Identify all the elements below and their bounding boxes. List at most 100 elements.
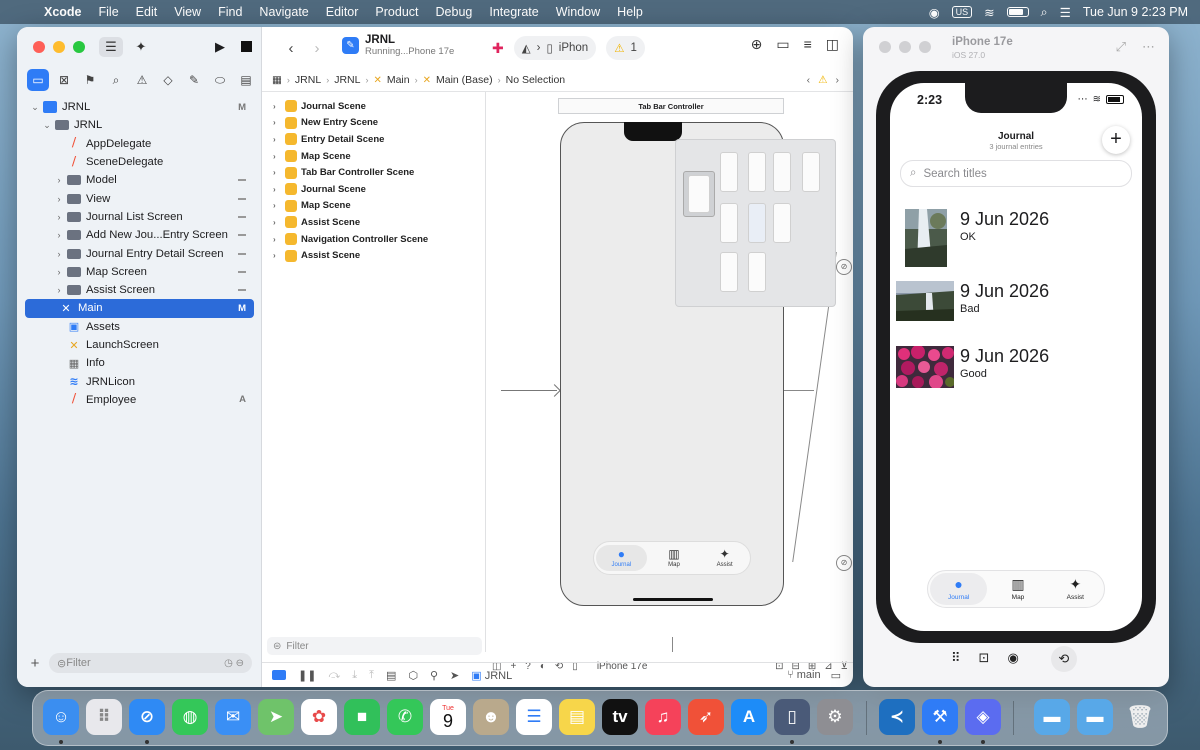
copilot-icon[interactable]: ◈ (965, 699, 1001, 735)
outline-scene[interactable]: › Entry Detail Scene (262, 131, 485, 148)
chevron-right-icon[interactable]: › (273, 118, 285, 127)
launchpad-icon[interactable]: ⠿ (86, 699, 122, 735)
facetime-icon[interactable]: ■ (344, 699, 380, 735)
stop-button[interactable] (241, 41, 252, 52)
search-field[interactable]: ⌕ Search titles (900, 160, 1132, 187)
tree-item-group[interactable]: › Model (25, 171, 254, 189)
canvas-tab-journal[interactable]: ● Journal (596, 545, 647, 571)
menu-window[interactable]: Window (556, 5, 600, 19)
menu-editor[interactable]: Editor (326, 5, 359, 19)
tree-item-file[interactable]: ✕ LaunchScreen (25, 336, 254, 354)
menu-product[interactable]: Product (375, 5, 418, 19)
simulate-location-icon[interactable]: ➤ (450, 669, 459, 682)
menu-help[interactable]: Help (617, 5, 643, 19)
control-center-icon[interactable]: ☰ (1060, 5, 1071, 20)
zoom-window-button[interactable] (919, 41, 931, 53)
chevron-right-icon[interactable]: › (53, 212, 65, 222)
scene-title-bar[interactable]: Tab Bar Controller (558, 98, 784, 114)
chevron-right-icon[interactable]: › (273, 168, 285, 177)
journal-entry-row[interactable]: 9 Jun 2026 Bad (896, 281, 1049, 321)
step-into-icon[interactable]: ⤓ (352, 669, 357, 682)
photos-icon[interactable]: ✿ (301, 699, 337, 735)
messages-icon[interactable]: ◍ (172, 699, 208, 735)
outline-scene[interactable]: › Map Scene (262, 148, 485, 165)
step-out-icon[interactable]: ⤒ (369, 669, 374, 682)
jump-file[interactable]: Main (387, 74, 410, 86)
calendar-icon[interactable]: Tue 9 (430, 699, 466, 735)
chevron-right-icon[interactable]: › (53, 267, 65, 277)
breakpoint-navigator-icon[interactable]: ⬭ (209, 69, 231, 91)
debug-navigator-icon[interactable]: ✎ (183, 69, 205, 91)
contacts-icon[interactable]: ☻ (473, 699, 509, 735)
segue-relationship-icon[interactable]: ⊘ (836, 555, 852, 571)
home-grid-icon[interactable]: ⠿ (951, 650, 961, 672)
warnings-indicator[interactable]: ⚠ 1 (606, 36, 645, 60)
tree-item-file[interactable]: ⧸ AppDelegate (25, 135, 254, 153)
apple-tv-icon[interactable]: tv (602, 699, 638, 735)
segue-relationship-icon[interactable]: ⊘ (836, 259, 852, 275)
issue-navigator-icon[interactable]: ⚠ (131, 69, 153, 91)
previous-issue-button[interactable]: ‹ (807, 74, 811, 86)
chevron-right-icon[interactable]: › (273, 152, 285, 161)
menu-clock[interactable]: Tue Jun 9 2:23 PM (1083, 5, 1188, 19)
chevron-down-icon[interactable]: ⌄ (41, 120, 53, 131)
inspector-toggle-icon[interactable]: ◫ (826, 36, 839, 53)
find-navigator-icon[interactable]: ⌕ (105, 69, 127, 91)
canvas-tab-map[interactable]: ▥ Map (649, 548, 700, 568)
reminders-icon[interactable]: ☰ (516, 699, 552, 735)
related-items-icon[interactable]: ▦ (272, 74, 282, 86)
iphone-screen[interactable]: 2:23 ⋯ ≋ Journal 3 journal entries + ⌕ S… (890, 83, 1142, 631)
jump-localization[interactable]: Main (Base) (436, 74, 493, 86)
chevron-right-icon[interactable]: › (273, 251, 285, 260)
library-icon[interactable]: ⊕ (751, 36, 763, 53)
phone-icon[interactable]: ✆ (387, 699, 423, 735)
tab-assist[interactable]: ✦ Assist (1047, 577, 1104, 602)
chevron-right-icon[interactable]: › (53, 194, 65, 204)
tree-item-group[interactable]: › Add New Jou...Entry Screen (25, 226, 254, 244)
tab-map[interactable]: ▥ Map (989, 577, 1046, 602)
outline-scene[interactable]: › Journal Scene (262, 181, 485, 198)
menu-edit[interactable]: Edit (136, 5, 158, 19)
outline-scene[interactable]: › Navigation Controller Scene (262, 231, 485, 248)
warning-icon[interactable]: ⚠ (818, 74, 827, 86)
jump-project[interactable]: JRNL (295, 74, 321, 86)
minimize-window-button[interactable] (53, 41, 65, 53)
jump-group[interactable]: JRNL (334, 74, 360, 86)
initial-view-controller-arrow[interactable] (501, 390, 557, 391)
menu-debug[interactable]: Debug (436, 5, 473, 19)
journal-entry-row[interactable]: 9 Jun 2026 OK (905, 209, 1049, 267)
tree-item-project[interactable]: ⌄ JRNL M (25, 98, 254, 116)
folder-icon[interactable]: ▬ (1077, 699, 1113, 735)
canvas-options-icon[interactable]: ▭ (776, 36, 789, 53)
scheme-status[interactable]: ✎ JRNL Running...Phone 17e (342, 34, 454, 57)
vscode-icon[interactable]: ≺ (879, 699, 915, 735)
console-toggle-icon[interactable]: ▭ (831, 669, 841, 682)
outline-scene[interactable]: › Map Scene (262, 198, 485, 215)
step-over-icon[interactable]: ⤼ (328, 669, 340, 682)
debug-area-toggle-icon[interactable] (272, 670, 286, 680)
tree-item-group[interactable]: › Assist Screen (25, 281, 254, 299)
add-file-button[interactable]: + (27, 655, 43, 672)
battery-icon[interactable] (1006, 7, 1029, 17)
screenshot-icon[interactable]: ⊡ (979, 650, 990, 672)
run-destination-picker[interactable]: ◭ › ▯ iPhon (513, 36, 597, 60)
trash-icon[interactable]: 🗑 (1122, 699, 1158, 735)
chevron-right-icon[interactable]: › (53, 285, 65, 295)
report-navigator-icon[interactable]: ▤ (235, 69, 257, 91)
outline-scene[interactable]: › Assist Scene (262, 247, 485, 264)
chevron-right-icon[interactable]: › (53, 230, 65, 240)
chevron-right-icon[interactable]: › (273, 185, 285, 194)
safari-icon[interactable]: ⊘ (129, 699, 165, 735)
user-account-icon[interactable]: ◉ (929, 5, 940, 20)
menu-file[interactable]: File (99, 5, 119, 19)
navigator-filter-field[interactable]: ⊜ Filter ◷ ⊖ (49, 653, 252, 673)
tree-item-group[interactable]: › Journal Entry Detail Screen (25, 244, 254, 262)
coding-assistant-icon[interactable]: ✦ (129, 37, 153, 57)
chevron-right-icon[interactable]: › (53, 249, 65, 259)
spotlight-search-icon[interactable]: ⌕ (1041, 5, 1048, 20)
music-icon[interactable]: ♫ (645, 699, 681, 735)
outline-scene[interactable]: › Assist Scene (262, 214, 485, 231)
tree-item-file[interactable]: ⧸ Employee A (25, 391, 254, 409)
folder-icon[interactable]: ▬ (1034, 699, 1070, 735)
system-settings-icon[interactable]: ⚙ (817, 699, 853, 735)
